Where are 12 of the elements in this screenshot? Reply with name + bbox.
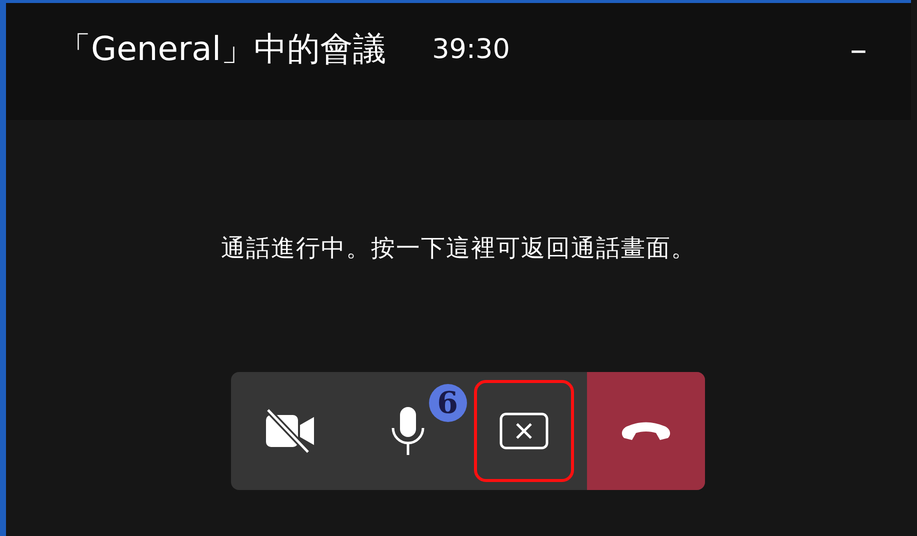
microphone-button[interactable]: 6 — [348, 372, 466, 490]
stop-sharing-button[interactable] — [474, 380, 574, 482]
number-badge: 6 — [428, 384, 466, 422]
return-to-call-message[interactable]: 通話進行中。按一下這裡可返回通話畫面。 — [221, 232, 696, 264]
call-timer: 39:30 — [432, 34, 510, 65]
minimize-button[interactable]: – — [846, 30, 871, 70]
camera-off-icon — [264, 409, 316, 453]
hang-up-icon — [620, 420, 672, 442]
window-title: 「General」中的會議 — [58, 28, 386, 70]
hang-up-button[interactable] — [586, 372, 704, 490]
stop-sharing-icon — [498, 412, 548, 450]
microphone-icon — [390, 406, 426, 456]
